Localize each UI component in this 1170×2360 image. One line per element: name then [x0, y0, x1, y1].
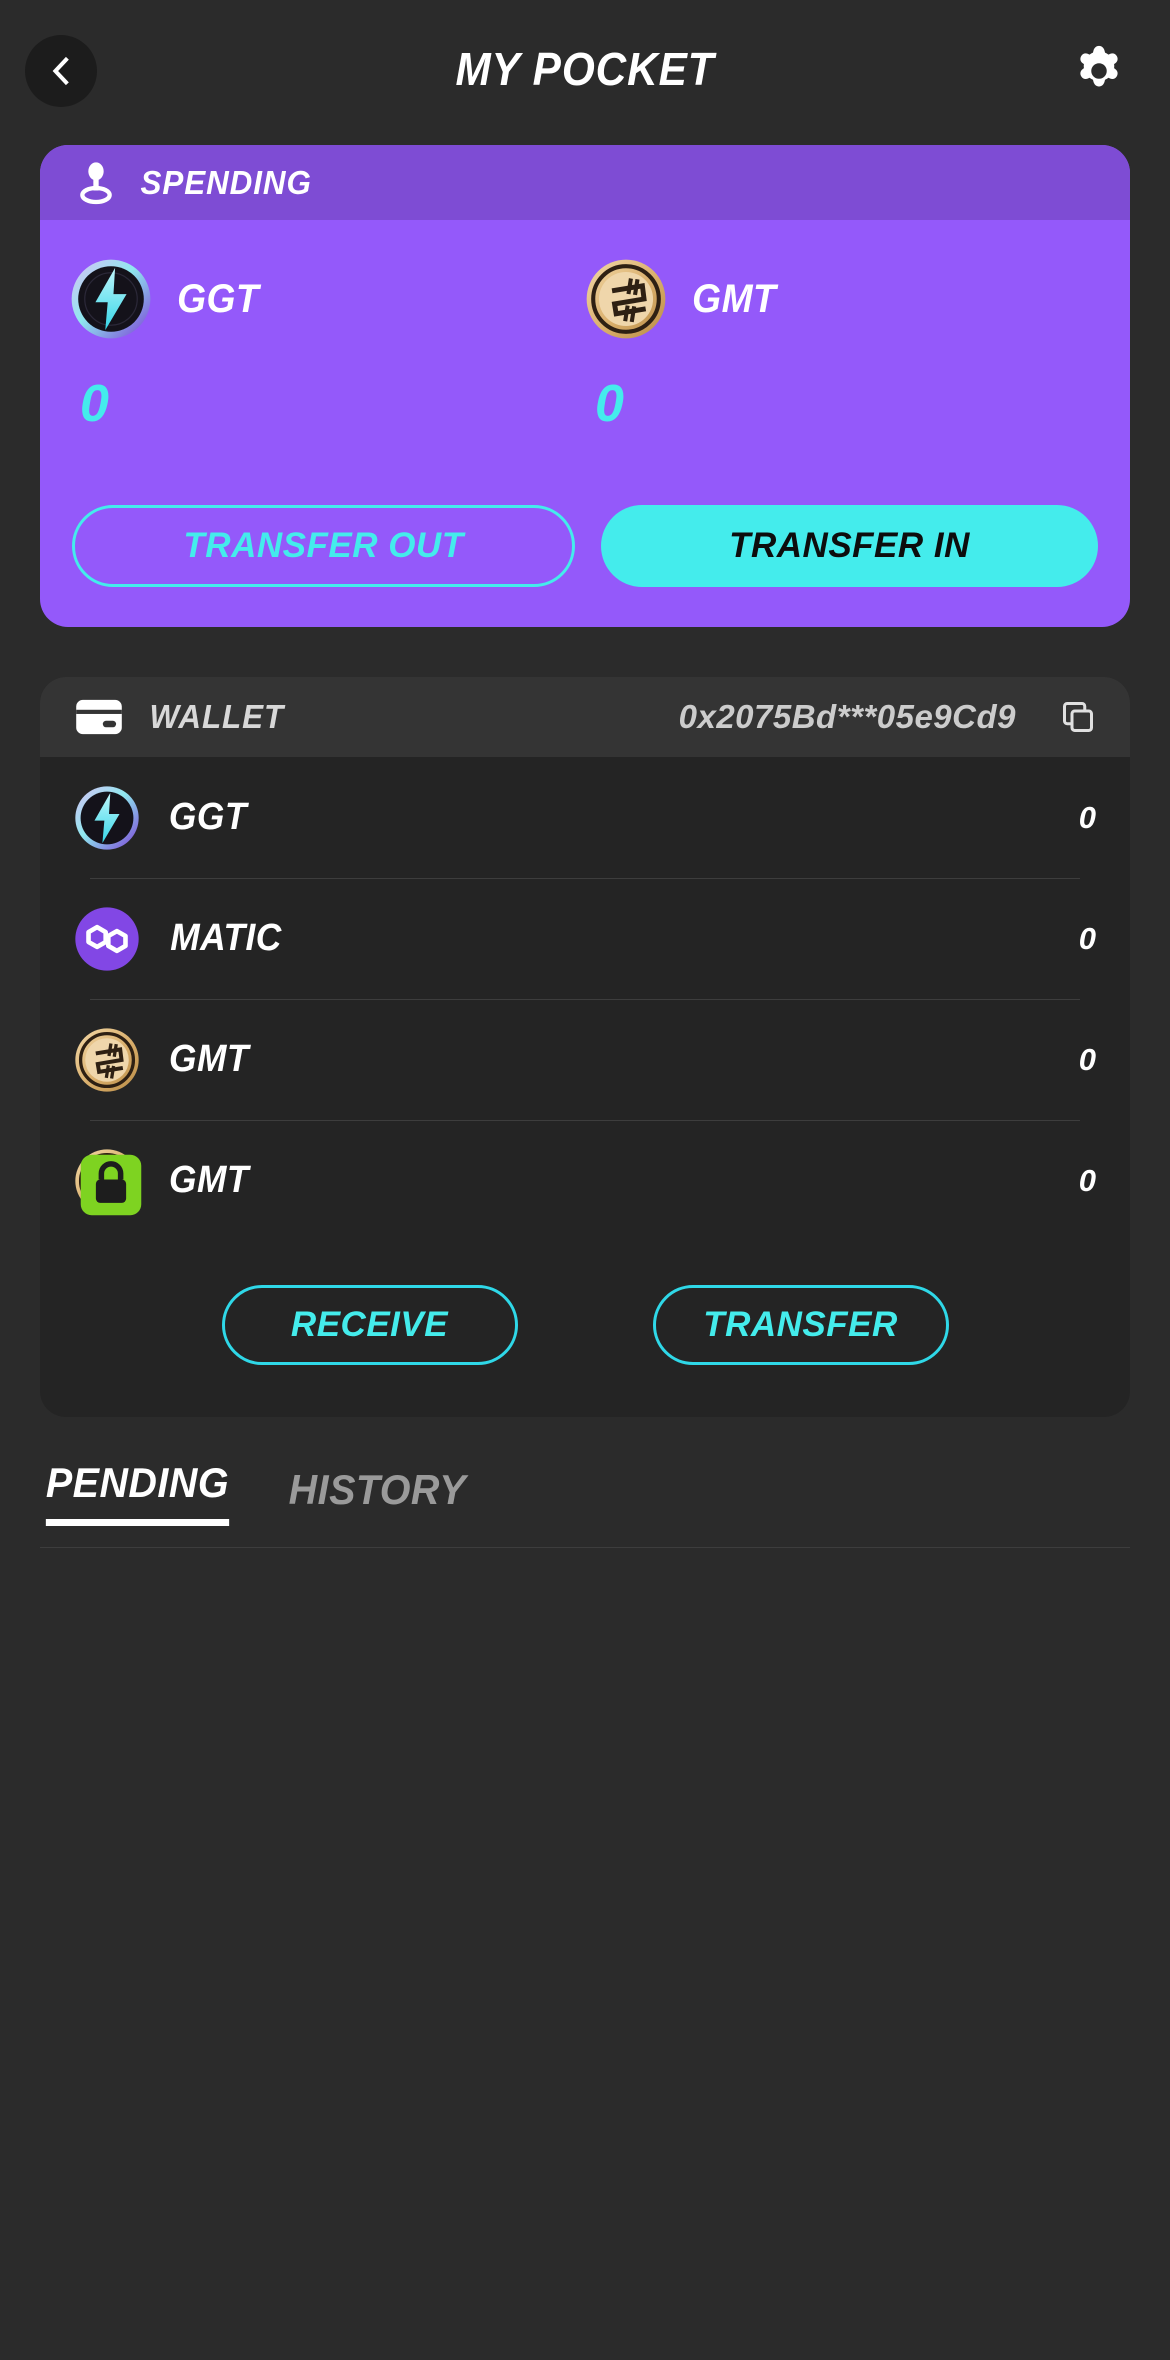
transfer-out-button[interactable]: TRANSFER OUT: [72, 505, 575, 587]
spending-token-symbol: GGT: [177, 276, 260, 321]
wallet-address[interactable]: 0x2075Bd***05e9Cd9: [679, 698, 1016, 736]
spending-actions: TRANSFER OUT TRANSFER IN: [40, 430, 1130, 627]
gmt-coin-icon: [585, 258, 667, 340]
gmt-coin-icon: [74, 1027, 140, 1093]
spending-token-ggt[interactable]: GGT: [70, 258, 585, 340]
spending-balance-gmt: 0: [585, 378, 1100, 430]
gear-icon: [1080, 45, 1118, 87]
wallet-card-icon: [76, 699, 122, 735]
transfer-button[interactable]: TRANSFER: [652, 1285, 949, 1365]
spending-card-header: SPENDING: [40, 145, 1130, 220]
wallet-row-balance: 0: [1078, 799, 1096, 835]
joystick-pin-icon: [80, 161, 112, 204]
matic-coin-icon: [74, 906, 140, 972]
wallet-row-symbol: GGT: [168, 796, 247, 838]
gmt-coin-icon: [74, 1148, 142, 1215]
wallet-row[interactable]: GMT 0: [40, 1120, 1130, 1241]
wallet-row-balance: 0: [1078, 1162, 1096, 1198]
spending-label: SPENDING: [140, 163, 312, 201]
wallet-row-symbol: GMT: [169, 1038, 249, 1080]
page-title: MY POCKET: [455, 43, 715, 95]
copy-icon[interactable]: [1060, 699, 1096, 735]
spending-balance-list: 0 0: [40, 340, 1130, 430]
wallet-actions: RECEIVE TRANSFER: [40, 1241, 1130, 1417]
ggt-coin-icon: [70, 258, 152, 340]
lock-icon: [80, 1154, 142, 1215]
wallet-label: WALLET: [149, 698, 285, 735]
spending-card: SPENDING GGT GMT 0 0 TRANSFER OUT TRANSF…: [40, 145, 1130, 627]
wallet-row-symbol: MATIC: [170, 917, 282, 959]
tab-history[interactable]: HISTORY: [289, 1466, 466, 1526]
wallet-card-header: WALLET 0x2075Bd***05e9Cd9: [40, 677, 1130, 757]
wallet-card: WALLET 0x2075Bd***05e9Cd9 GGT 0 MATIC 0 …: [40, 677, 1130, 1417]
app-header: MY POCKET: [0, 0, 1170, 145]
wallet-row[interactable]: GMT 0: [40, 999, 1130, 1120]
tab-pending[interactable]: PENDING: [45, 1459, 230, 1526]
wallet-row[interactable]: GGT 0: [40, 757, 1130, 878]
wallet-row-balance: 0: [1078, 920, 1096, 956]
spending-balance-ggt: 0: [70, 378, 585, 430]
tab-bar: PENDING HISTORY: [40, 1459, 1130, 1548]
wallet-row-balance: 0: [1078, 1041, 1096, 1077]
wallet-row-symbol: GMT: [169, 1159, 249, 1201]
spending-token-list: GGT GMT: [40, 258, 1130, 340]
wallet-row[interactable]: MATIC 0: [40, 878, 1130, 999]
balance-value: 0: [595, 375, 624, 433]
balance-value: 0: [80, 375, 109, 433]
receive-button[interactable]: RECEIVE: [221, 1285, 518, 1365]
spending-card-body: GGT GMT 0 0 TRANSFER OUT TRANSFER IN: [40, 220, 1130, 627]
spending-token-gmt[interactable]: GMT: [585, 258, 1100, 340]
transfer-in-button[interactable]: TRANSFER IN: [601, 505, 1098, 587]
spending-token-symbol: GMT: [692, 276, 777, 321]
settings-button[interactable]: [1070, 42, 1128, 100]
ggt-coin-icon: [74, 785, 140, 851]
